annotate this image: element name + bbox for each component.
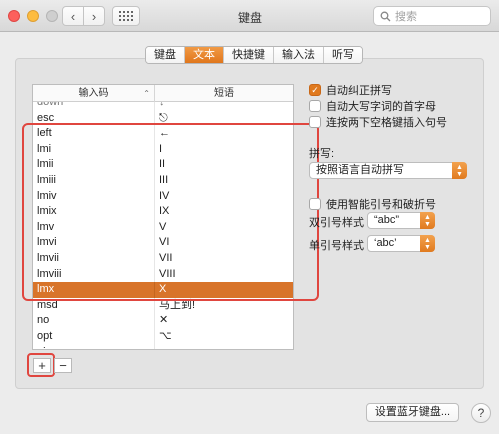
- cell-phrase: ✕: [159, 314, 169, 327]
- table-header: 输入码 ⌃ 短语: [33, 85, 293, 102]
- cell-code: opt: [33, 328, 155, 345]
- cell-code: pi: [33, 344, 155, 349]
- back-button[interactable]: ‹: [62, 6, 84, 26]
- option-autocap[interactable]: 自动大写字词的首字母: [309, 98, 436, 114]
- title-bar: ‹ › 键盘 搜索: [0, 0, 499, 32]
- single-quote-value: ‘abc’: [374, 237, 397, 249]
- spelling-label: 拼写:: [309, 148, 335, 160]
- chevron-left-icon: ‹: [70, 8, 76, 24]
- table-row[interactable]: down ↓: [33, 102, 293, 111]
- option-doublespace[interactable]: 连按两下空格键插入句号: [309, 114, 447, 130]
- table-row[interactable]: opt ⌥: [33, 328, 293, 345]
- highlight-box-rows: [22, 123, 319, 301]
- table-row[interactable]: no ✕: [33, 313, 293, 329]
- search-input[interactable]: 搜索: [373, 6, 491, 26]
- autocorrect-checkbox[interactable]: ✓: [309, 84, 321, 96]
- autocorrect-label: 自动纠正拼写: [326, 85, 392, 97]
- setup-bluetooth-keyboard-button[interactable]: 设置蓝牙键盘...: [366, 403, 459, 422]
- tab-bar: 键盘 文本 快捷键 输入法 听写: [145, 46, 363, 64]
- grid-icon: [119, 11, 133, 21]
- search-icon: [380, 11, 391, 21]
- column-header-code-label: 输入码: [78, 88, 109, 99]
- cell-phrase: ⌥: [159, 329, 172, 342]
- double-quote-value: “abc”: [374, 214, 400, 226]
- close-window-button[interactable]: [8, 10, 20, 22]
- tab-text[interactable]: 文本: [185, 47, 224, 63]
- tab-dictation[interactable]: 听写: [324, 47, 362, 63]
- cell-code: down: [33, 102, 155, 111]
- cell-phrase: ↓: [159, 102, 165, 108]
- column-header-phrase[interactable]: 短语: [155, 85, 293, 102]
- tab-keyboard[interactable]: 键盘: [146, 47, 185, 63]
- help-button[interactable]: ?: [471, 403, 491, 423]
- show-all-button[interactable]: [112, 6, 140, 26]
- doublespace-checkbox[interactable]: [309, 116, 321, 128]
- remove-button[interactable]: −: [54, 358, 72, 373]
- chevron-right-icon: ›: [91, 8, 97, 24]
- cell-phrase: π: [155, 345, 293, 350]
- smartquotes-checkbox[interactable]: [309, 198, 321, 210]
- minimize-window-button[interactable]: [27, 10, 39, 22]
- zoom-window-button[interactable]: [46, 10, 58, 22]
- smartquotes-label: 使用智能引号和破折号: [326, 199, 436, 211]
- autocap-label: 自动大写字词的首字母: [326, 101, 436, 113]
- doublespace-label: 连按两下空格键插入句号: [326, 117, 447, 129]
- autocap-checkbox[interactable]: [309, 100, 321, 112]
- column-header-phrase-label: 短语: [214, 88, 234, 99]
- search-placeholder: 搜索: [395, 11, 417, 23]
- popup-arrows-icon: ▲ ▼: [420, 235, 435, 252]
- double-quote-popup[interactable]: “abc” ▲ ▼: [367, 212, 435, 229]
- tab-shortcuts[interactable]: 快捷键: [224, 47, 274, 63]
- window-title: 键盘: [237, 11, 262, 25]
- spelling-value: 按照语言自动拼写: [316, 164, 404, 176]
- option-autocorrect[interactable]: ✓ 自动纠正拼写: [309, 82, 392, 98]
- forward-button[interactable]: ›: [83, 6, 105, 26]
- spelling-popup[interactable]: 按照语言自动拼写 ▲ ▼: [309, 162, 467, 179]
- table-row[interactable]: pi π: [33, 344, 293, 350]
- add-remove-controls: + −: [33, 358, 72, 373]
- sort-arrow-icon: ⌃: [143, 89, 150, 98]
- cell-code: no: [33, 313, 155, 329]
- popup-arrows-icon: ▲ ▼: [452, 162, 467, 179]
- column-header-code[interactable]: 输入码 ⌃: [33, 85, 155, 102]
- add-button[interactable]: +: [33, 358, 51, 373]
- tab-input-sources[interactable]: 输入法: [274, 47, 324, 63]
- double-quote-label: 双引号样式: [309, 217, 364, 229]
- popup-arrows-icon: ▲ ▼: [420, 212, 435, 229]
- single-quote-label: 单引号样式: [309, 240, 364, 252]
- single-quote-popup[interactable]: ‘abc’ ▲ ▼: [367, 235, 435, 252]
- option-smartquotes[interactable]: 使用智能引号和破折号: [309, 196, 436, 212]
